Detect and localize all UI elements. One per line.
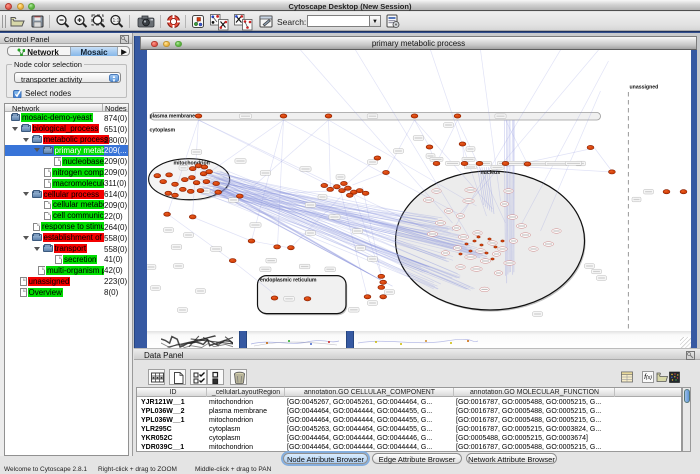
- svg-text:plasma membrane: plasma membrane: [149, 113, 195, 119]
- svg-text:unassigned: unassigned: [629, 84, 658, 90]
- svg-text:endoplasmic reticulum: endoplasmic reticulum: [260, 277, 317, 283]
- svg-text:1:1: 1:1: [113, 18, 120, 24]
- svg-text:nucleus: nucleus: [480, 170, 500, 176]
- svg-text:cytoplasm: cytoplasm: [149, 127, 175, 133]
